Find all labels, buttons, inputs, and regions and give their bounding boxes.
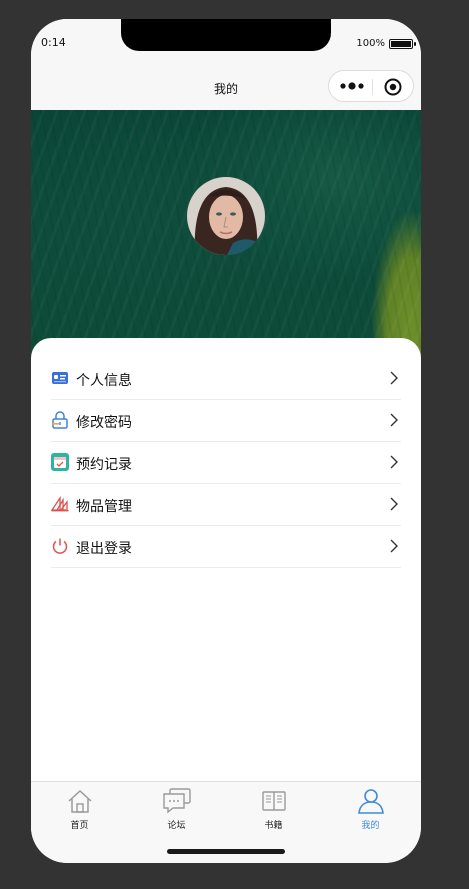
nav-bar: 我的 (31, 63, 421, 110)
menu-item-reservations[interactable]: 预约记录 (51, 442, 401, 484)
more-dots-icon[interactable] (339, 81, 367, 91)
battery-percent: 100% (356, 38, 385, 49)
menu-label-items: 物品管理 (76, 499, 132, 515)
forum-icon (162, 788, 191, 814)
menu-item-change-password[interactable]: 修改密码 (51, 400, 401, 442)
menu-label-logout: 退出登录 (76, 541, 132, 557)
battery-icon (389, 39, 416, 49)
home-indicator[interactable] (167, 849, 285, 854)
menu-item-profile[interactable]: 个人信息 (51, 358, 401, 400)
target-close-icon[interactable] (383, 77, 403, 97)
tab-mine[interactable]: 我的 (322, 788, 419, 836)
menu-item-logout[interactable]: 退出登录 (51, 526, 401, 568)
chevron-right-icon (390, 539, 398, 553)
profile-header: azhou (31, 110, 421, 390)
tab-label-forum: 论坛 (167, 821, 186, 831)
chevron-right-icon (390, 413, 398, 427)
tab-label-mine: 我的 (361, 821, 380, 831)
user-icon (357, 789, 384, 814)
items-icon (51, 495, 69, 512)
menu-label-change-password: 修改密码 (76, 415, 132, 431)
menu-list: 个人信息 修改密码 预约记录 物品管理 退出登录 (51, 358, 401, 568)
menu-label-reservations: 预约记录 (76, 457, 132, 473)
id-card-icon (52, 372, 68, 384)
chevron-right-icon (390, 371, 398, 385)
status-time: 0:14 (41, 36, 66, 49)
power-icon (52, 538, 68, 554)
book-icon (261, 791, 286, 811)
capsule-divider (372, 79, 373, 95)
tab-label-books: 书籍 (264, 821, 283, 831)
menu-item-items[interactable]: 物品管理 (51, 484, 401, 526)
tab-home[interactable]: 首页 (31, 788, 128, 836)
chevron-right-icon (390, 455, 398, 469)
notch (121, 19, 331, 51)
lock-icon (52, 411, 68, 429)
tab-label-home: 首页 (70, 821, 89, 831)
tab-forum[interactable]: 论坛 (128, 788, 225, 836)
chevron-right-icon (390, 497, 398, 511)
tab-books[interactable]: 书籍 (225, 788, 322, 836)
avatar-image (187, 177, 265, 255)
menu-label-profile: 个人信息 (76, 373, 132, 389)
calendar-icon (51, 453, 69, 471)
phone-frame: 0:14 100% 我的 个人信息 修改密码 预约记录 物品管理 退出登录 首页… (31, 19, 421, 863)
home-icon (67, 789, 92, 813)
menu-card: 个人信息 修改密码 预约记录 物品管理 退出登录 (31, 338, 421, 781)
avatar[interactable] (187, 177, 265, 255)
capsule-menu (328, 70, 414, 102)
